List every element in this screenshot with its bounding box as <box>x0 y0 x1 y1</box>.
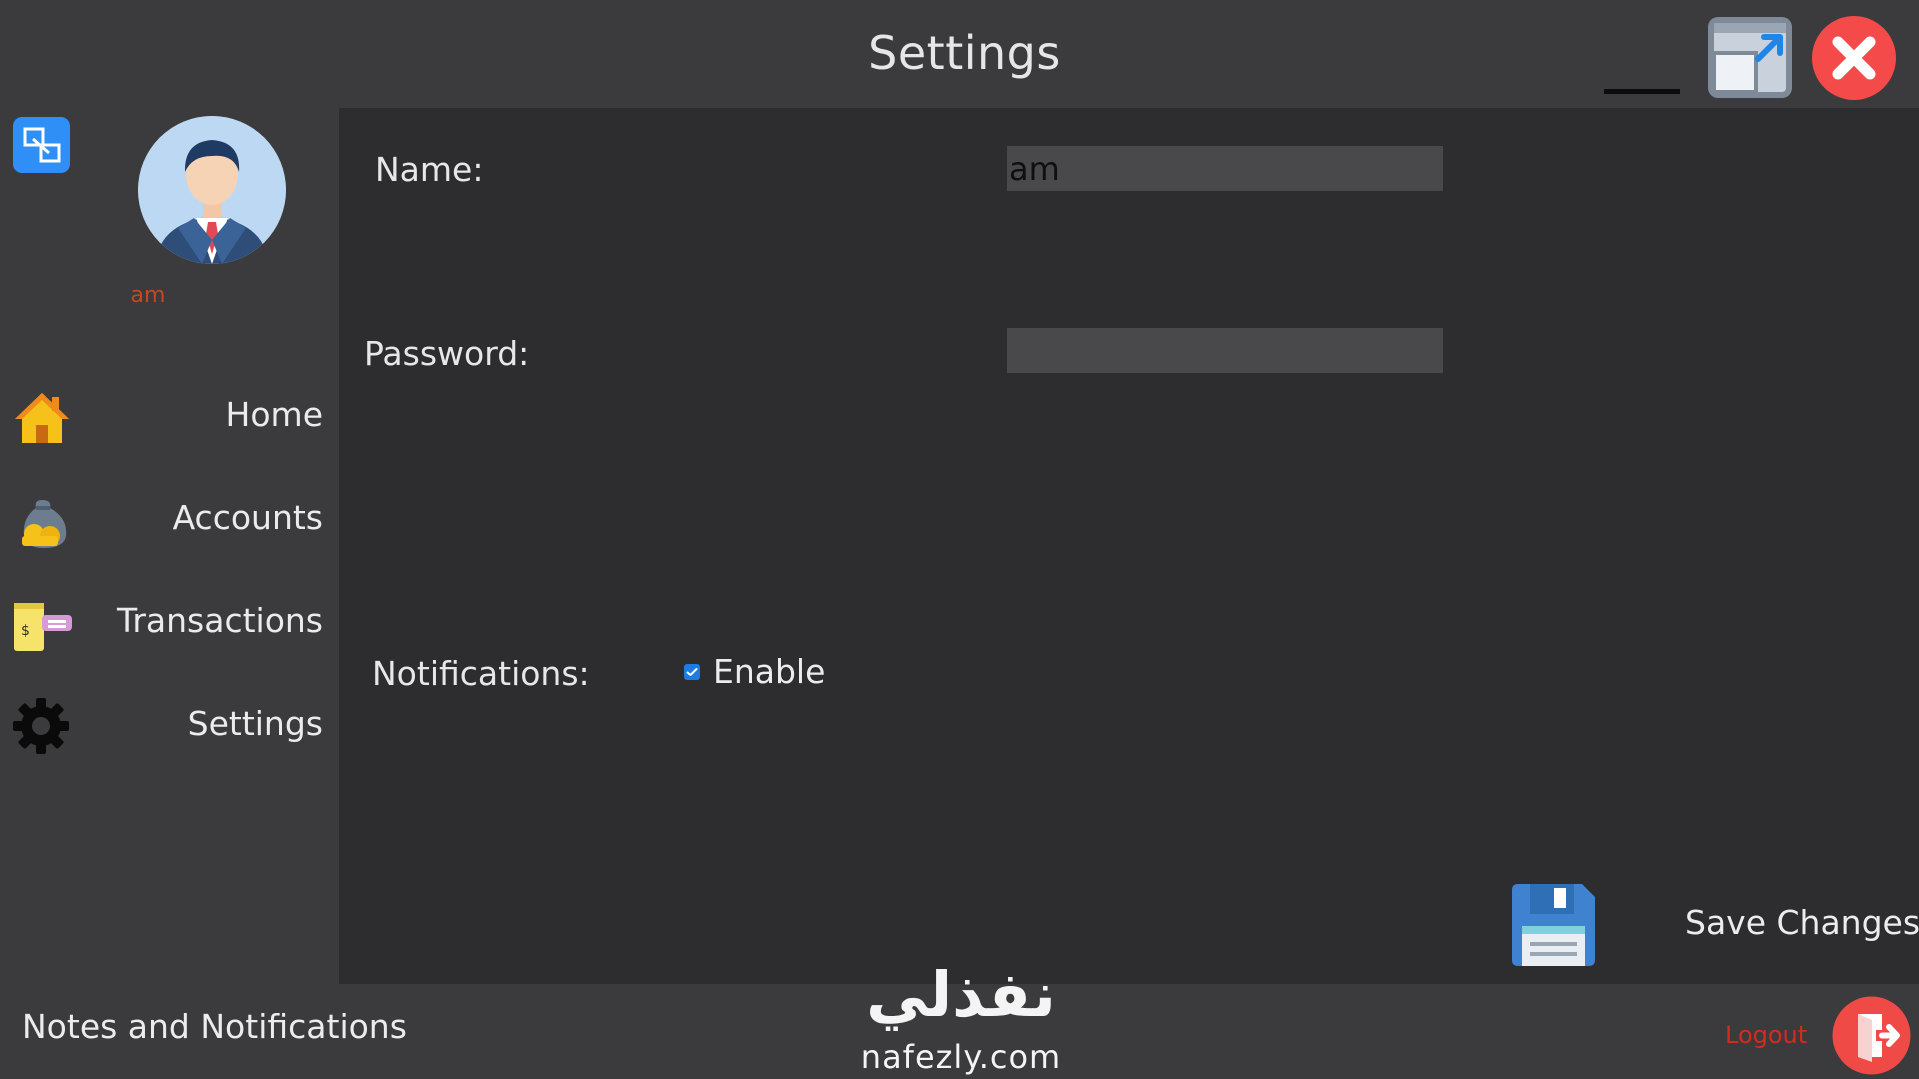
sidebar-item-label: Settings <box>187 704 323 743</box>
avatar <box>138 116 286 264</box>
user-avatar-icon <box>138 116 286 264</box>
sidebar-item-accounts[interactable]: Accounts <box>0 480 339 558</box>
title-bar: Settings <box>0 0 1919 108</box>
restore-icon <box>1708 17 1792 98</box>
money-bag-icon <box>12 492 72 548</box>
settings-window: Settings am Home Accounts $ Transactions… <box>0 0 1919 1079</box>
name-label: Name: <box>375 150 484 189</box>
save-changes-button[interactable]: Save Changes <box>1685 903 1919 942</box>
notifications-enable-label[interactable]: Enable <box>713 652 825 691</box>
home-icon <box>12 389 72 445</box>
logout-icon <box>1832 996 1911 1075</box>
name-field[interactable] <box>1007 146 1443 191</box>
minimize-button[interactable] <box>1604 89 1680 94</box>
settings-panel: Name: Password: Notifications: <box>339 108 1919 984</box>
transactions-icon: $ <box>12 595 72 651</box>
logout-button[interactable] <box>1832 996 1911 1075</box>
close-button[interactable] <box>1811 15 1897 101</box>
gear-icon <box>12 698 72 754</box>
check-icon <box>686 668 698 676</box>
sidebar-item-home[interactable]: Home <box>0 377 339 455</box>
password-label: Password: <box>364 334 530 373</box>
watermark-arabic: نفذلي <box>866 958 1056 1031</box>
sidebar-item-settings[interactable]: Settings <box>0 686 339 764</box>
sidebar-item-label: Accounts <box>172 498 323 537</box>
password-field[interactable] <box>1007 328 1443 373</box>
resize-icon <box>23 127 61 163</box>
window-title: Settings <box>868 26 1061 80</box>
notes-and-notifications-link[interactable]: Notes and Notifications <box>22 1007 407 1046</box>
sidebar-item-label: Home <box>225 395 323 434</box>
user-name: am <box>130 283 166 308</box>
logout-link[interactable]: Logout <box>1725 1021 1807 1049</box>
close-icon <box>1812 16 1896 100</box>
watermark-latin: nafezly.com <box>860 1038 1062 1076</box>
svg-text:$: $ <box>21 623 30 639</box>
sidebar-item-transactions[interactable]: $ Transactions <box>0 583 339 661</box>
sidebar-toggle-button[interactable] <box>13 117 70 173</box>
save-icon[interactable] <box>1512 884 1595 966</box>
sidebar-item-label: Transactions <box>117 601 323 640</box>
notifications-checkbox[interactable] <box>684 664 700 680</box>
restore-button[interactable] <box>1706 15 1794 100</box>
notifications-label: Notifications: <box>372 654 590 693</box>
